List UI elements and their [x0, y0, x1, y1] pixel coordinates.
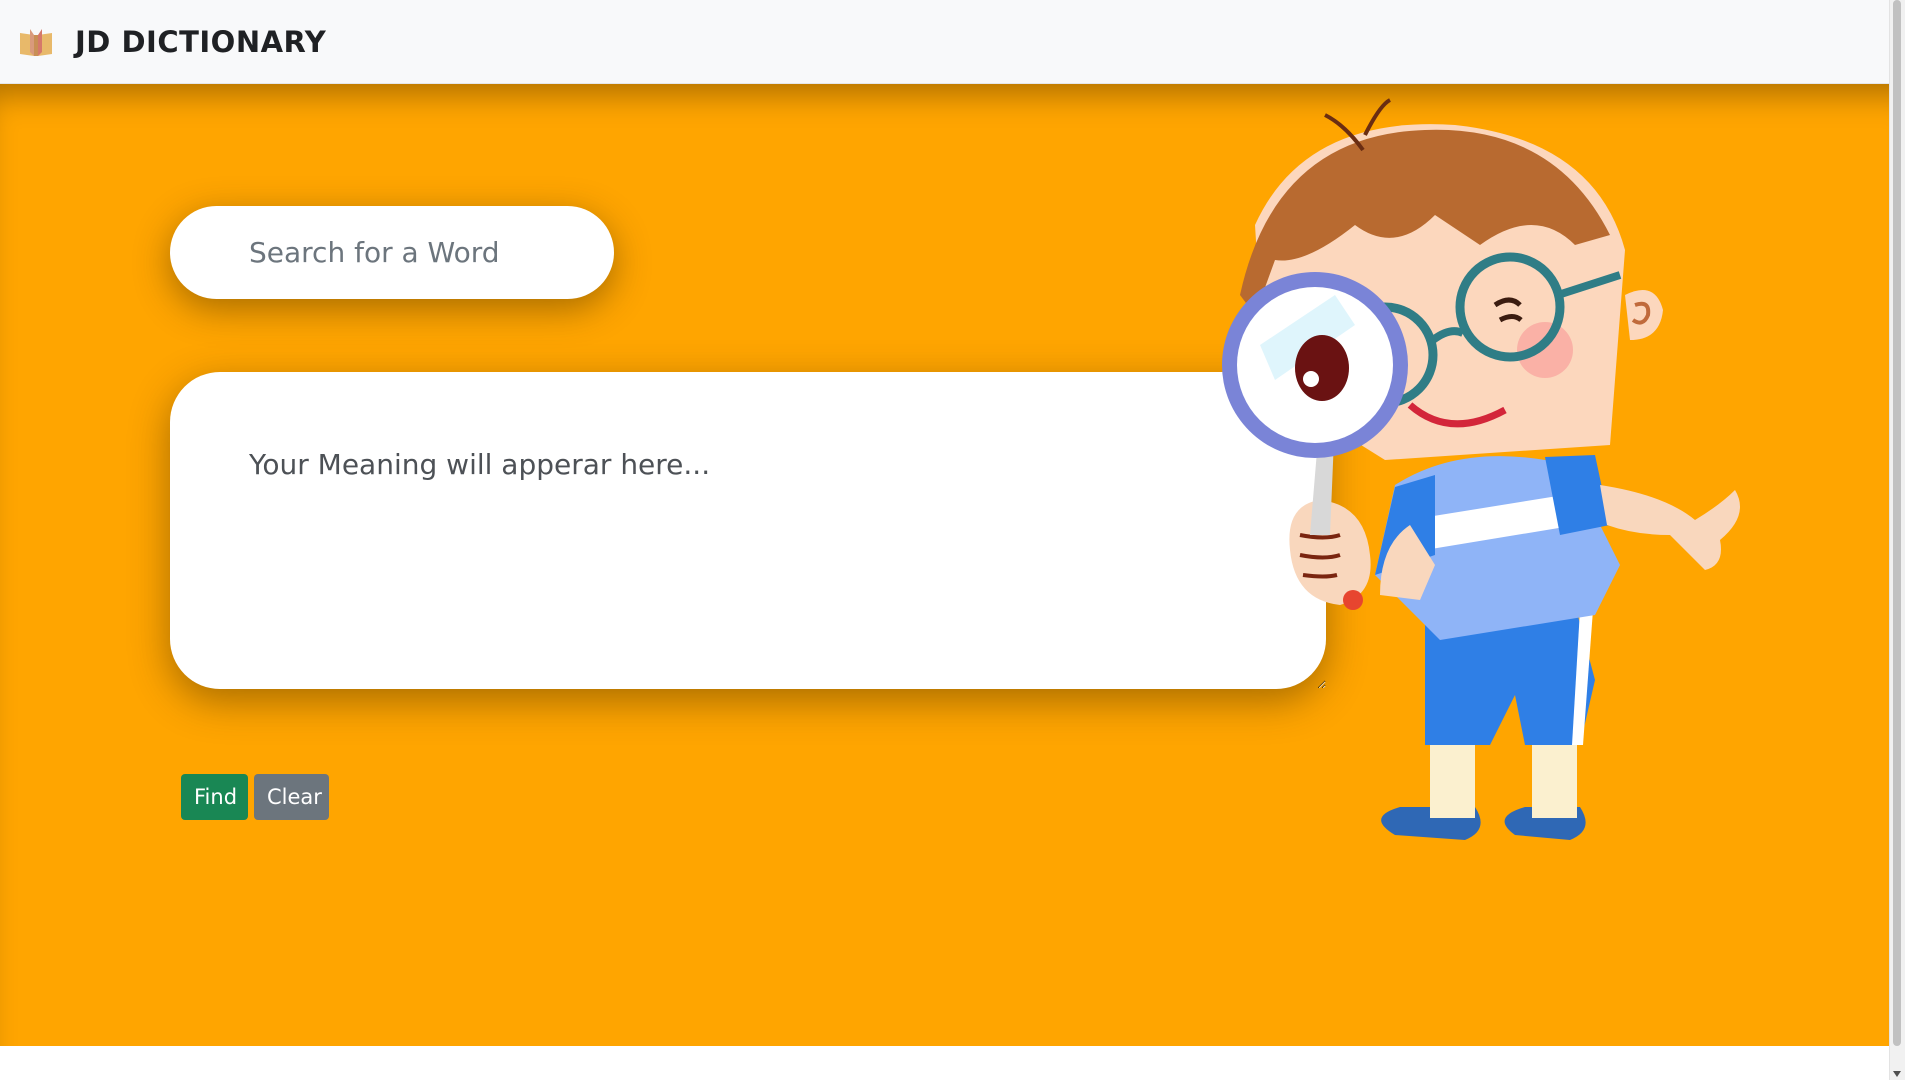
open-book-icon	[18, 26, 54, 58]
brand-link[interactable]: JD DICTIONARY	[18, 25, 326, 59]
scrollbar[interactable]	[1889, 0, 1905, 1080]
search-input[interactable]	[170, 206, 614, 299]
brand-title: JD DICTIONARY	[75, 24, 327, 59]
meaning-textarea[interactable]	[170, 372, 1326, 689]
boy-with-magnifier-illustration	[1222, 98, 1740, 840]
scroll-down-arrow-icon[interactable]	[1893, 1071, 1901, 1077]
find-button[interactable]: Find	[181, 774, 248, 820]
scrollbar-thumb[interactable]	[1893, 0, 1901, 1046]
clear-button[interactable]: Clear	[254, 774, 329, 820]
page: JD DICTIONARY Find Clear	[0, 0, 1905, 1080]
navbar: JD DICTIONARY	[0, 0, 1905, 84]
